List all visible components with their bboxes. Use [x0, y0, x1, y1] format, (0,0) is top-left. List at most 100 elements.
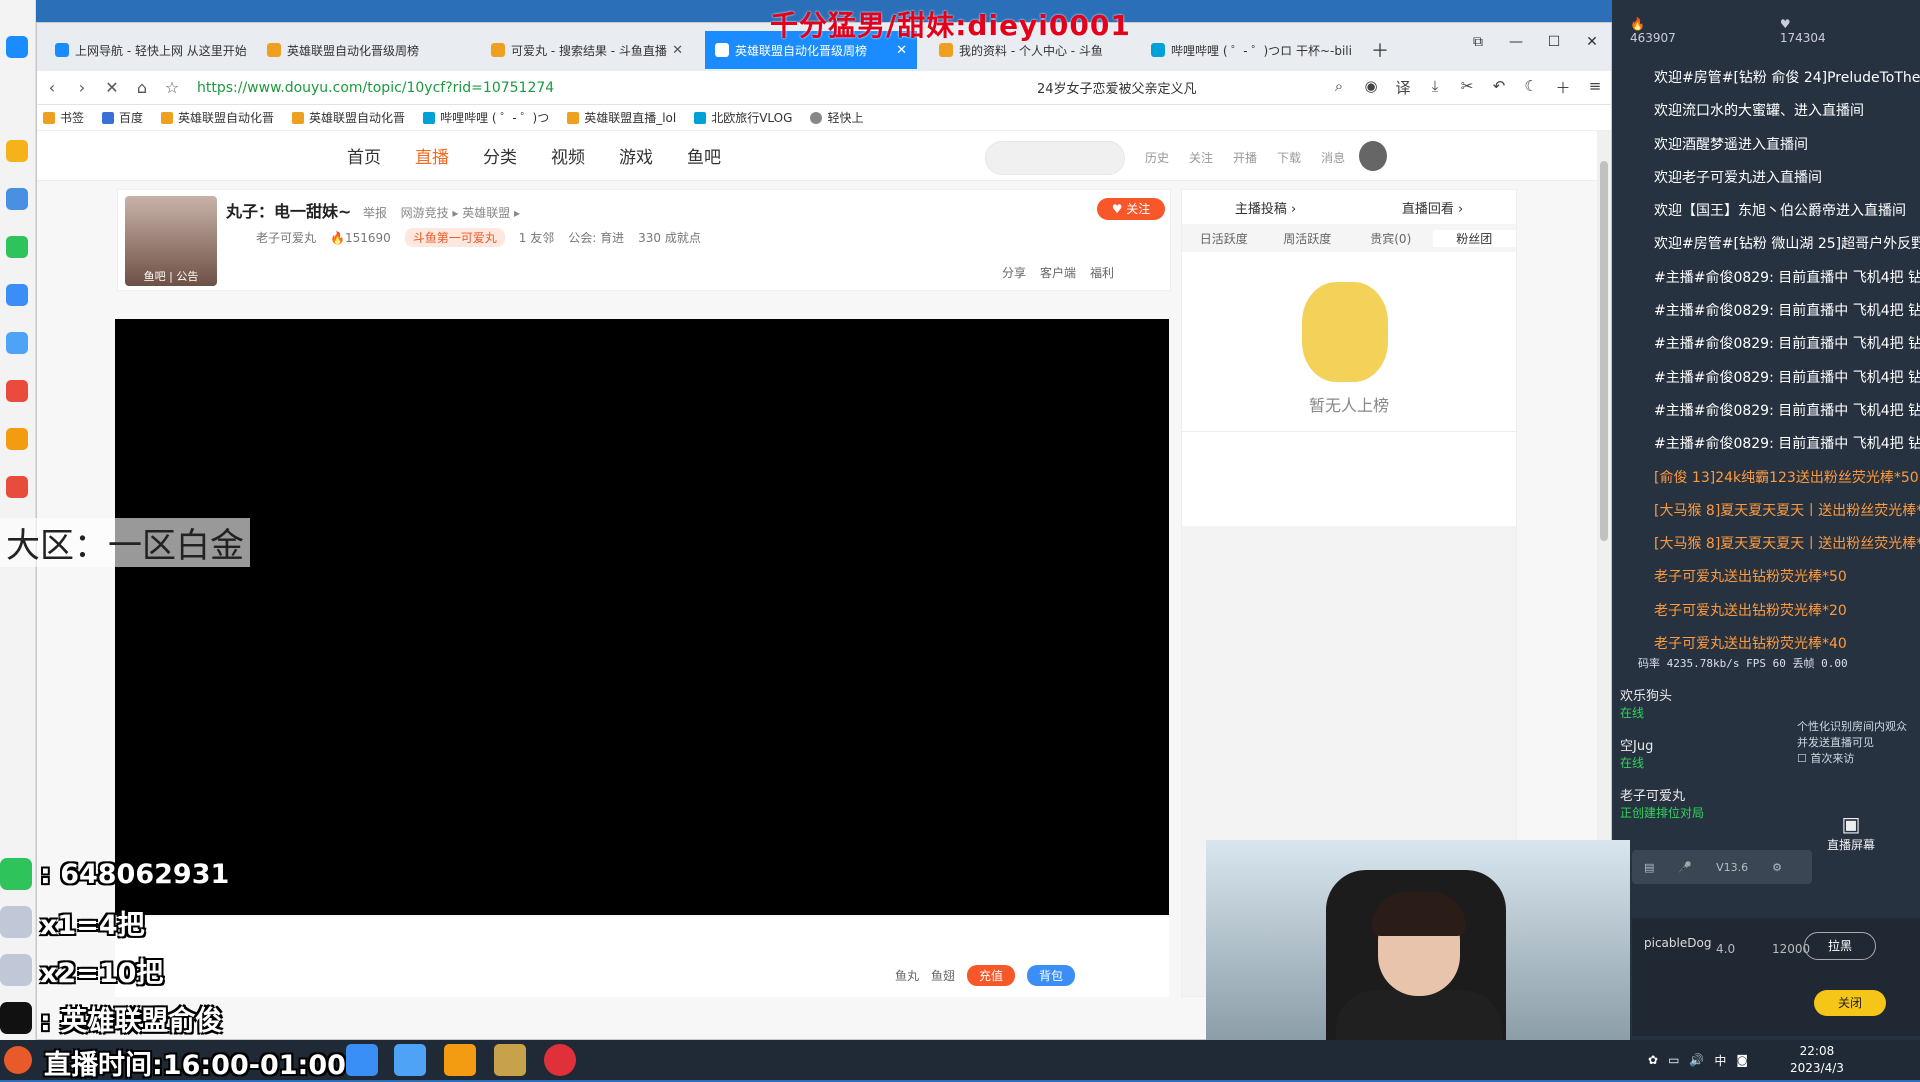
minimize-button[interactable]: — — [1497, 23, 1535, 61]
report-link[interactable]: 举报 — [363, 206, 387, 220]
forward-icon[interactable]: › — [67, 78, 97, 97]
scroll-thumb[interactable] — [1600, 161, 1608, 541]
download-link[interactable]: 下载 — [1277, 149, 1301, 166]
search-icon[interactable]: ⌕ — [1323, 77, 1355, 98]
douyu-taskbar-icon[interactable] — [444, 1044, 476, 1076]
bookmark-item[interactable]: 百度 — [102, 109, 143, 126]
music-taskbar-icon[interactable] — [544, 1044, 576, 1076]
tray-app-icon[interactable]: ✿ — [1648, 1053, 1658, 1067]
browser-tab-3[interactable]: 可爱丸 - 搜索结果 - 斗鱼直播 ✕ — [481, 31, 693, 69]
viewer-name[interactable]: 老子可爱丸 — [1620, 785, 1770, 804]
fish-ball-balance[interactable]: 鱼丸 — [895, 967, 919, 984]
browser-taskbar-icon[interactable] — [346, 1044, 378, 1076]
bookmark-item[interactable]: 哔哩哔哩 ( ゜- ゜)つ — [423, 109, 549, 126]
welfare-button[interactable]: 福利 — [1090, 264, 1114, 281]
download-icon[interactable]: ⤓ — [1419, 77, 1451, 98]
night-mode-icon[interactable]: ☾ — [1515, 77, 1547, 98]
chat-icon[interactable]: ▤ — [1644, 861, 1654, 874]
tab-weekly[interactable]: 周活跃度 — [1266, 230, 1350, 247]
room-category[interactable]: 网游竞技 ▸ 英雄联盟 ▸ — [401, 206, 521, 220]
recharge-button[interactable]: 充值 — [967, 965, 1016, 986]
nav-game[interactable]: 游戏 — [619, 143, 653, 168]
streamer-name[interactable]: 老子可爱丸 — [256, 229, 316, 246]
browser-tab-2[interactable]: 英雄联盟自动化晋级周榜 — [257, 31, 469, 69]
replay-tab[interactable]: 直播回看 › — [1349, 198, 1516, 217]
pdf-icon[interactable] — [6, 380, 28, 402]
tab-vip[interactable]: 贵宾(0) — [1349, 230, 1433, 247]
extension-icon[interactable]: ◉ — [1355, 77, 1387, 98]
back-icon[interactable]: ‹ — [37, 78, 67, 97]
client-button[interactable]: 客户端 — [1040, 264, 1076, 281]
video-player[interactable] — [115, 319, 1169, 915]
tab-daily[interactable]: 日活跃度 — [1182, 230, 1266, 247]
add-icon[interactable]: ＋ — [1547, 77, 1579, 98]
game-taskbar-icon[interactable] — [494, 1044, 526, 1076]
viewer-name[interactable]: 空Jug — [1620, 735, 1770, 754]
tab-fan-club[interactable]: 粉丝团 — [1432, 229, 1516, 247]
microphone-icon[interactable]: 🎤 — [1678, 861, 1692, 874]
screenshot-icon[interactable]: ✂ — [1451, 77, 1483, 98]
app-taskbar-icon[interactable] — [394, 1044, 426, 1076]
close-window-button[interactable]: ✕ — [1573, 23, 1611, 61]
favorite-icon[interactable] — [6, 140, 28, 162]
maximize-button[interactable]: ☐ — [1535, 23, 1573, 61]
close-button[interactable]: 关闭 — [1814, 990, 1886, 1016]
streamer-avatar[interactable]: 鱼吧 | 公告 — [125, 196, 217, 286]
translate-icon[interactable]: 译 — [1387, 77, 1419, 98]
fish-fin-balance[interactable]: 鱼翅 — [931, 967, 955, 984]
site-search-input[interactable] — [985, 141, 1125, 175]
bookmark-item[interactable]: 英雄联盟直播_lol — [567, 109, 676, 126]
avatar-tag[interactable]: 鱼吧 | 公告 — [125, 268, 217, 284]
settings-icon[interactable]: ⚙ — [1772, 861, 1782, 874]
viewer-name[interactable]: 欢乐狗头 — [1620, 685, 1770, 704]
follow-link[interactable]: 关注 — [1189, 149, 1213, 166]
block-button[interactable]: 拉黑 — [1804, 932, 1876, 960]
system-clock[interactable]: 22:08 2023/4/3 — [1790, 1043, 1844, 1077]
clock-icon[interactable] — [6, 188, 28, 210]
network-icon[interactable]: ▭ — [1668, 1053, 1679, 1067]
url-field[interactable]: https://www.douyu.com/topic/10ycf?rid=10… — [197, 80, 1017, 96]
menu-icon[interactable]: ≡ — [1579, 77, 1611, 98]
close-tab-icon[interactable]: ✕ — [896, 43, 907, 58]
message-link[interactable]: 消息 — [1321, 149, 1345, 166]
pin-icon[interactable]: ⧉ — [1459, 23, 1497, 61]
home-icon[interactable]: ⌂ — [127, 78, 157, 97]
notification-app-icon[interactable]: ◙ — [1736, 1053, 1748, 1067]
follow-button[interactable]: ♥ 关注 — [1097, 198, 1165, 220]
bookmark-item[interactable]: 书签 — [43, 109, 84, 126]
bookmark-item[interactable]: 北欧旅行VLOG — [694, 109, 792, 126]
input-method-icon[interactable]: 中 — [1714, 1052, 1726, 1069]
browser-icon[interactable] — [6, 36, 28, 58]
bookmark-item[interactable]: 英雄联盟自动化晋 — [292, 109, 405, 126]
close-tab-icon[interactable]: ✕ — [672, 43, 683, 58]
history-link[interactable]: 历史 — [1145, 149, 1169, 166]
user-avatar[interactable] — [1359, 141, 1387, 171]
nav-home[interactable]: 首页 — [347, 143, 381, 168]
share-button[interactable]: 分享 — [1002, 264, 1026, 281]
first-visit-checkbox[interactable]: ☐ 首次来访 — [1797, 750, 1917, 766]
star-icon[interactable]: ☆ — [157, 78, 187, 97]
broadcast-link[interactable]: 开播 — [1233, 149, 1257, 166]
bag-button[interactable]: 背包 — [1027, 965, 1076, 986]
streamer-posts-tab[interactable]: 主播投稿 › — [1182, 198, 1349, 217]
clock-app-icon[interactable] — [4, 1046, 32, 1074]
undo-icon[interactable]: ↶ — [1483, 77, 1515, 98]
nav-live[interactable]: 直播 — [415, 143, 449, 168]
nav-fishbar[interactable]: 鱼吧 — [687, 143, 721, 168]
rank-badge[interactable]: 斗鱼第一可爱丸 — [404, 228, 505, 247]
new-tab-button[interactable]: ＋ — [1361, 31, 1397, 69]
nav-video[interactable]: 视频 — [551, 143, 585, 168]
cloud-icon[interactable] — [6, 332, 28, 354]
search-app-icon[interactable] — [6, 428, 28, 450]
address-search-field[interactable]: 24岁女子恋爱被父亲定义凡 — [1037, 78, 1257, 97]
browser-tab-6[interactable]: 哔哩哔哩 ( ゜- ゜)つロ 干杯~-bili — [1141, 31, 1353, 69]
browser-tab-1[interactable]: 上网导航 - 轻快上网 从这里开始 — [45, 31, 257, 69]
stop-loading-icon[interactable]: ✕ — [97, 78, 127, 97]
bookmark-item[interactable]: 轻快上 — [810, 109, 863, 126]
live-screen-button[interactable]: ▣ 直播屏幕 — [1827, 812, 1875, 853]
bookmark-item[interactable]: 英雄联盟自动化晋 — [161, 109, 274, 126]
volume-icon[interactable]: 🔊 — [1689, 1053, 1704, 1067]
game-app-icon[interactable] — [6, 476, 28, 498]
nav-category[interactable]: 分类 — [483, 143, 517, 168]
download-icon[interactable] — [6, 284, 28, 306]
